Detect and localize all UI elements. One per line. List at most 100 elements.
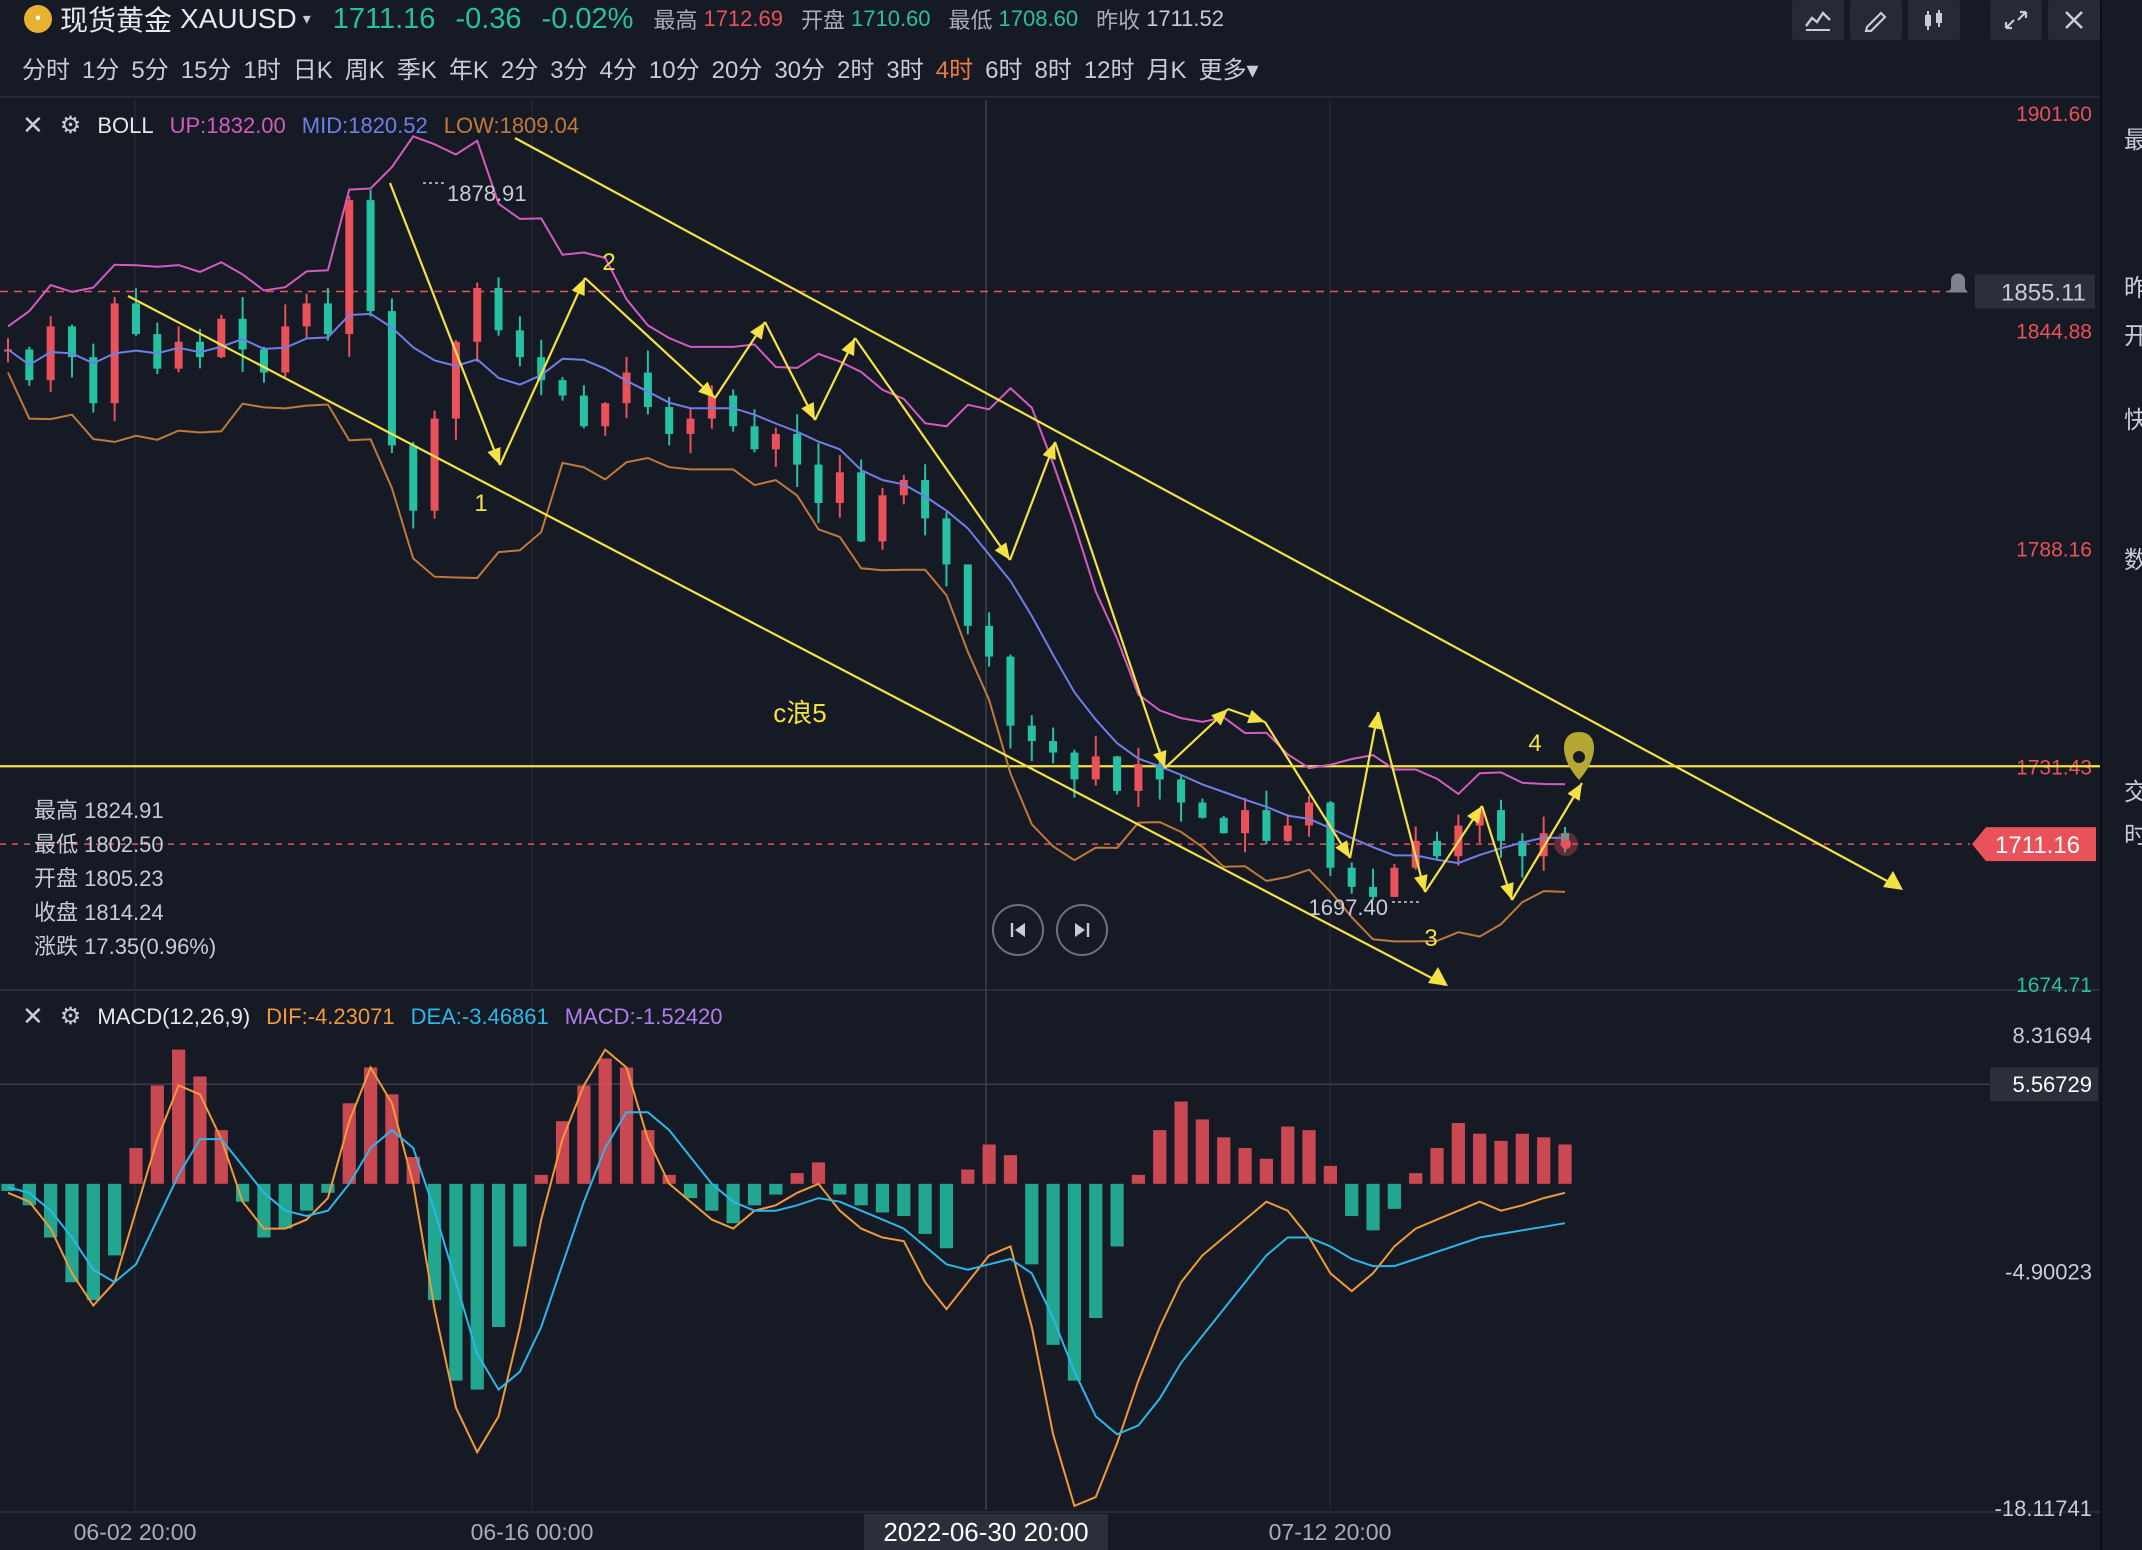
boll-up: UP:1832.00 (169, 112, 286, 138)
step-back-icon (1010, 923, 1025, 937)
price-axis-label: 1844.88 (2016, 321, 2092, 344)
wave-segment (1008, 441, 1057, 561)
macd-histogram-bar (854, 1183, 868, 1206)
macd-histogram-bar (811, 1162, 826, 1184)
side-panel: 最昨开快数交时 (2100, 0, 2142, 1550)
macd-dif-line (7, 1048, 1566, 1508)
info-open: 开盘 1805.23 (34, 866, 164, 891)
chart-canvas[interactable]: 1901.60 1844.88 1788.16 1731.43 1674.71 1855.… (0, 0, 2100, 1550)
macd-histogram-bar (1409, 1173, 1423, 1184)
macd-histogram-bar (598, 1058, 612, 1184)
macd-histogram-bar (982, 1144, 996, 1184)
candle-body (131, 303, 140, 335)
side-panel-label: 数 (2124, 540, 2142, 575)
wave-arrowhead (1500, 882, 1514, 900)
macd-histogram-bar (1558, 1144, 1572, 1184)
macd-histogram-bar (683, 1183, 698, 1199)
macd-histogram-bar (172, 1049, 186, 1184)
macd-histogram-bar (1025, 1183, 1039, 1265)
candle-body (814, 464, 823, 504)
settings-icon[interactable]: ⚙ (60, 1002, 82, 1031)
wave-arrowhead (994, 542, 1010, 560)
macd-histogram-bar (1238, 1148, 1252, 1184)
info-change: 涨跌 17.35(0.96%) (34, 934, 217, 959)
macd-histogram-bar (299, 1183, 314, 1211)
macd-histogram-bar (385, 1094, 399, 1184)
peak-price-label: 1878.91 (447, 181, 527, 206)
macd-histogram-bar (321, 1183, 335, 1193)
macd-axis-label: -4.90023 (2005, 1259, 2092, 1284)
candle-body (985, 625, 994, 657)
candle-body (1070, 752, 1079, 780)
step-back-button[interactable] (992, 904, 1044, 956)
macd-histogram-bar (1473, 1133, 1487, 1184)
macd-histogram-bar (1345, 1183, 1359, 1217)
macd-histogram-bar (875, 1183, 890, 1213)
info-low: 最低 1802.50 (34, 832, 164, 857)
candle-body (558, 380, 567, 396)
candle-body (942, 518, 951, 565)
macd-histogram-bar (1, 1183, 15, 1191)
macd-histogram-bar (1537, 1137, 1551, 1184)
macd-histogram-bar (1494, 1140, 1508, 1184)
candle-body (1347, 867, 1356, 887)
macd-histogram-bar (833, 1183, 847, 1195)
candle-body (793, 433, 802, 465)
macd-legend: ✕ ⚙ MACD(12,26,9) DIF:-4.23071 DEA:-3.46… (22, 1001, 739, 1032)
side-panel-label: 快 (2124, 400, 2142, 435)
macd-histogram-bar (1281, 1126, 1295, 1184)
wave-segment (1376, 711, 1427, 893)
wave-arrowhead (487, 447, 501, 465)
wave-label-c5: c浪5 (773, 698, 826, 728)
info-high: 最高 1824.91 (34, 798, 164, 823)
boll-legend: ✕ ⚙ BOLL UP:1832.00 MID:1820.52 LOW:1809… (22, 110, 595, 141)
time-axis-label: 06-16 00:00 (471, 1519, 594, 1545)
candle-body (729, 395, 738, 427)
candle-body (1134, 764, 1143, 791)
macd-histogram-bar (1003, 1155, 1018, 1184)
close-indicator-icon[interactable]: ✕ (22, 1001, 44, 1032)
candle-body (1497, 810, 1506, 841)
wave-label-4: 4 (1528, 730, 1541, 757)
candle-body (1198, 802, 1207, 818)
candle-body (1241, 810, 1250, 834)
candle-body (430, 418, 439, 511)
wave-label-3: 3 (1424, 925, 1437, 952)
boll-middle-band (7, 312, 1566, 865)
candle-body (494, 288, 503, 331)
macd-histogram-bar (470, 1183, 484, 1390)
macd-histogram-bar (1451, 1122, 1465, 1184)
step-forward-button[interactable] (1056, 904, 1108, 956)
wave-segment (498, 277, 587, 466)
macd-histogram-bar (491, 1183, 506, 1327)
macd-histogram-bar (1195, 1119, 1210, 1184)
side-panel-label: 昨 (2124, 268, 2142, 303)
macd-histogram-bar (1217, 1137, 1231, 1184)
settings-icon[interactable]: ⚙ (60, 111, 82, 140)
channel-upper-trendline (514, 137, 1901, 889)
macd-histogram-bar (1131, 1174, 1146, 1184)
candle-body (174, 341, 183, 369)
wave-segment (1348, 711, 1380, 859)
side-panel-label: 开 (2124, 316, 2142, 351)
candle-body (1305, 802, 1314, 826)
side-panel-label: 时 (2124, 815, 2142, 850)
wave-segment (388, 182, 502, 466)
macd-histogram-bar (86, 1183, 100, 1301)
time-axis-label: 2022-06-30 20:00 (883, 1517, 1088, 1547)
close-indicator-icon[interactable]: ✕ (22, 110, 44, 141)
candle-body (1390, 867, 1399, 897)
candle-body (601, 403, 610, 427)
macd-dea: DEA:-3.46861 (410, 1003, 549, 1029)
trough-price-label: 1697.40 (1308, 895, 1388, 920)
current-price-dot (1561, 839, 1571, 850)
candle-body (750, 426, 759, 450)
candle-body (1283, 825, 1292, 841)
candle-body (622, 372, 631, 404)
macd-dif: DIF:-4.23071 (266, 1003, 395, 1029)
candle-body (835, 472, 844, 504)
macd-histogram-bar (961, 1169, 975, 1184)
wave-arrowhead (1567, 783, 1582, 801)
macd-histogram-bar (769, 1183, 783, 1195)
candle-body (963, 564, 972, 626)
